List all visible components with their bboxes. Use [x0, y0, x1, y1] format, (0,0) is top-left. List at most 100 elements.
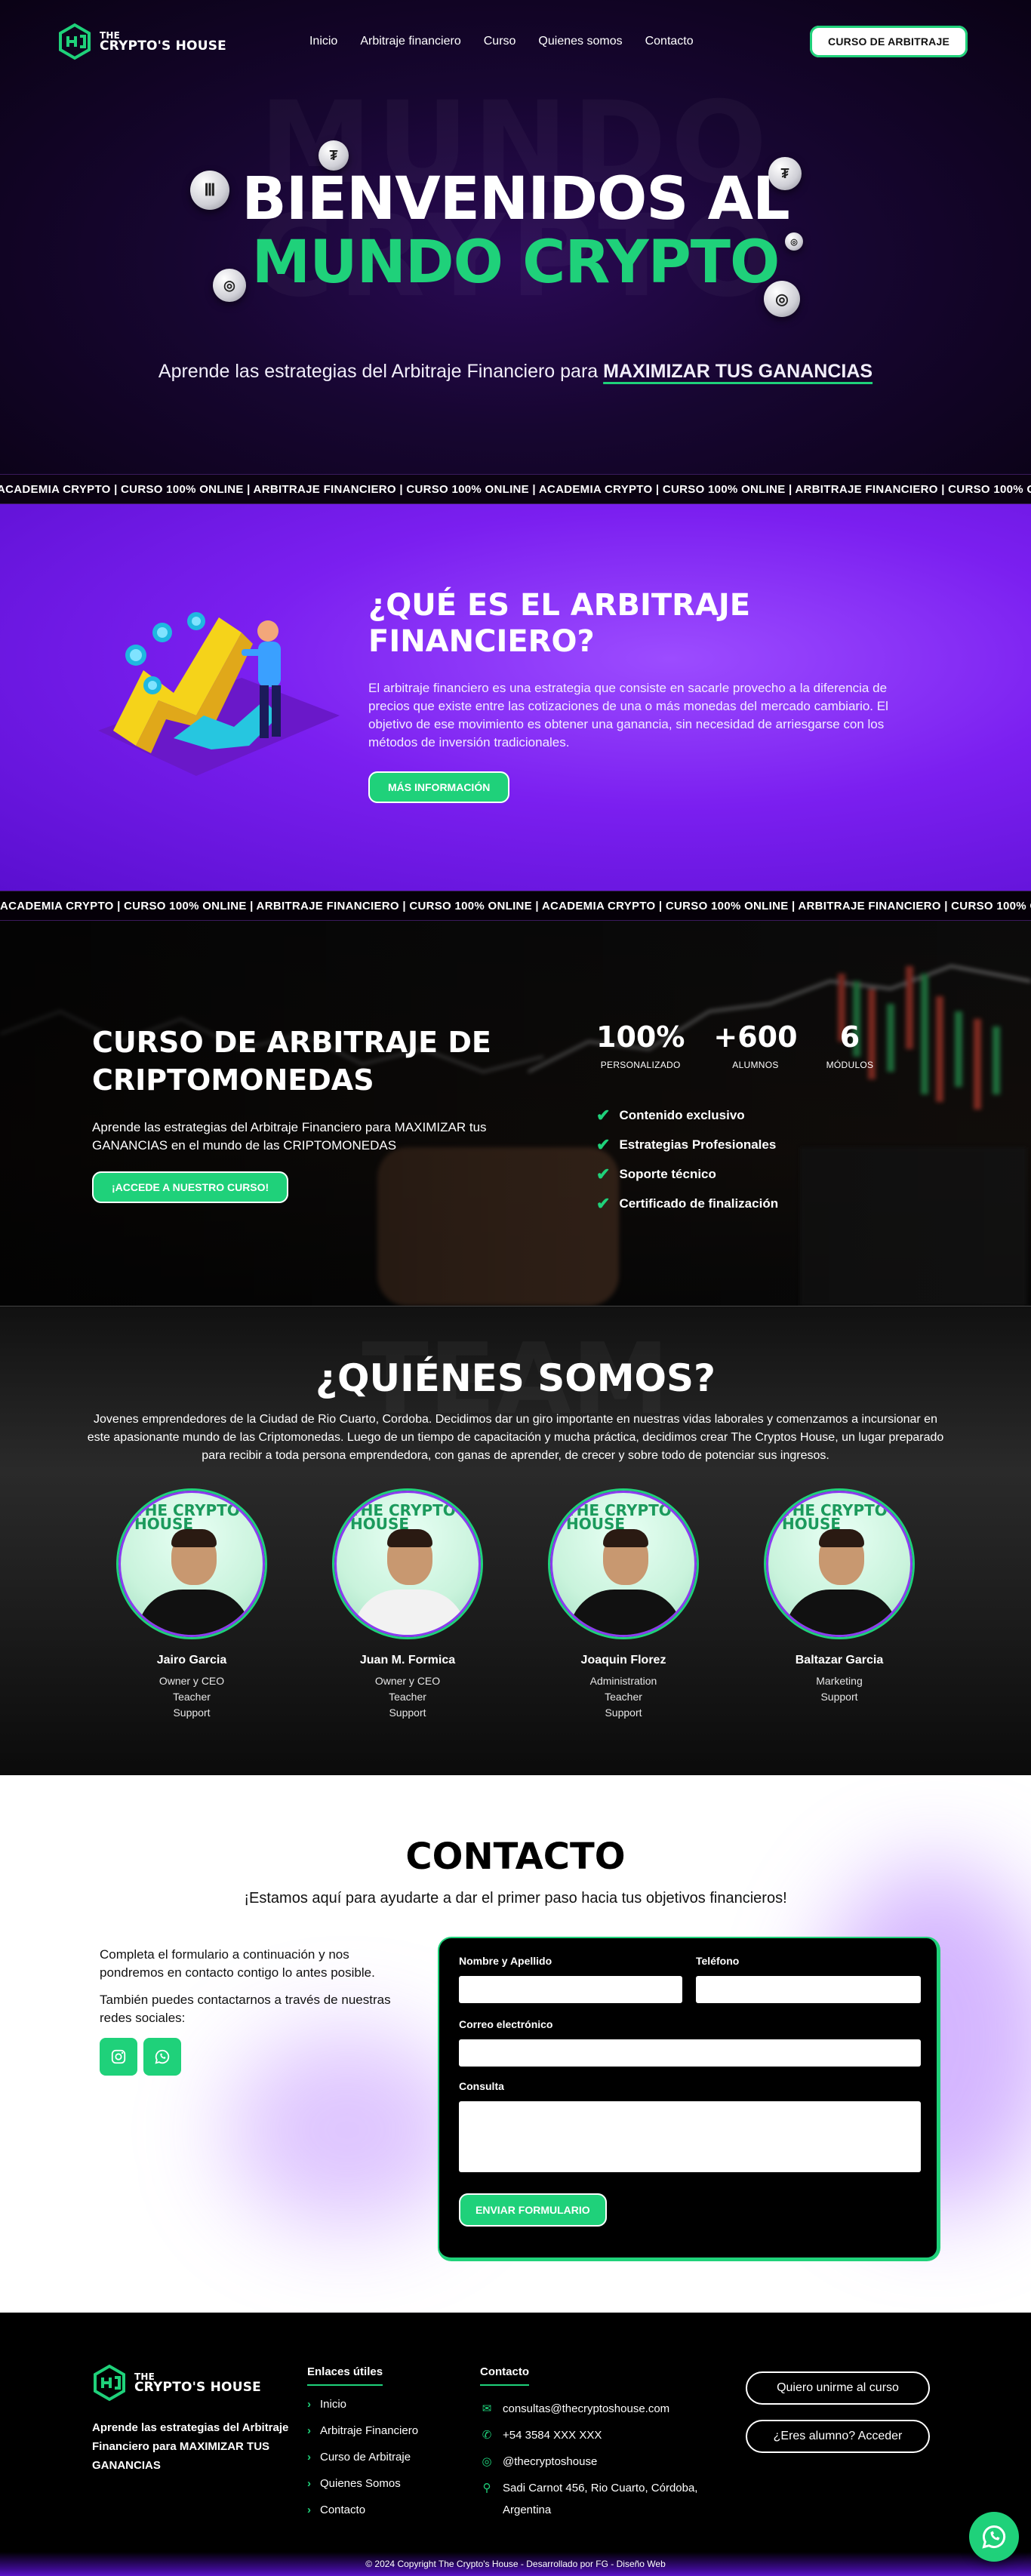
message-label: Consulta [459, 2080, 504, 2092]
footer-link[interactable]: Quienes Somos [320, 2477, 401, 2490]
footer-link-item[interactable]: › Arbitraje Financiero [307, 2424, 418, 2451]
footer-link[interactable]: Curso de Arbitraje [320, 2451, 411, 2464]
feature-label: Estrategias Profesionales [619, 1137, 777, 1152]
unirme-curso-button[interactable]: Quiero unirme al curso [746, 2371, 930, 2405]
mail-icon: ✉ [482, 2402, 492, 2415]
contacto-text-2: También puedes contactarnos a través de … [100, 1993, 391, 2025]
curso-body: Aprende las estrategias del Arbitraje Fi… [92, 1120, 487, 1153]
logo-wordmark: THE CRYPTO'S HOUSE [100, 31, 226, 53]
chevron-right-icon: › [307, 2398, 311, 2411]
whatsapp-icon [155, 2049, 170, 2064]
footer-link-item[interactable]: › Curso de Arbitraje [307, 2451, 418, 2477]
logo-icon [94, 2364, 125, 2402]
name-input[interactable] [459, 1976, 682, 2003]
logo-icon [59, 23, 91, 60]
site-logo[interactable]: THE CRYPTO'S HOUSE [57, 23, 226, 60]
avatar: THE CRYPTO'S HOUSE [550, 1491, 697, 1637]
member-name: Juan M. Formica [359, 1654, 456, 1667]
feature-item: ✔ Contenido exclusivo [596, 1100, 778, 1130]
member-roles: Administration Teacher Support [550, 1673, 697, 1721]
instagram-button[interactable] [100, 2038, 137, 2076]
member-role: Support [173, 1707, 211, 1719]
avatar-hair [819, 1529, 864, 1547]
footer-links: Enlaces útiles › Inicio › Arbitraje Financ… [307, 2365, 418, 2530]
enviar-formulario-button[interactable]: ENVIAR FORMULARIO [459, 2193, 607, 2227]
accede-curso-button[interactable]: ¡ACCEDE A NUESTRO CURSO! [92, 1171, 289, 1203]
team-member: THE CRYPTO'S HOUSE Jairo Garcia Owner y … [118, 1491, 265, 1721]
social-links [100, 2038, 417, 2076]
footer-link[interactable]: Contacto [320, 2504, 365, 2516]
avatar-watermark: THE CRYPTO'S HOUSE [350, 1501, 472, 1533]
stat-value: 6 [839, 1020, 860, 1054]
footer-phone[interactable]: ✆ +54 3584 XXX XXX [480, 2424, 737, 2446]
footer-link-item[interactable]: › Contacto [307, 2504, 418, 2530]
whatsapp-float-button[interactable] [969, 2512, 1019, 2562]
email-input[interactable] [459, 2039, 921, 2067]
instagram-icon [111, 2049, 126, 2064]
footer-email[interactable]: ✉ consultas@thecryptoshouse.com [480, 2398, 737, 2420]
message-textarea[interactable] [459, 2101, 921, 2172]
curso-title: CURSO DE ARBITRAJE DE CRIPTOMONEDAS [92, 1026, 491, 1097]
nav-link-inicio[interactable]: Inicio [309, 35, 337, 48]
nav-link-quienes[interactable]: Quienes somos [538, 35, 622, 48]
stat-modulos: 6 MÓDULOS [826, 1020, 874, 1070]
que-es-section: ¿QUÉ ES EL ARBITRAJE FINANCIERO? El arbi… [0, 504, 1031, 891]
curso-arbitraje-button[interactable]: CURSO DE ARBITRAJE [810, 26, 968, 57]
nav-link-curso[interactable]: Curso [484, 35, 516, 48]
top-navbar: THE CRYPTO'S HOUSE Inicio Arbitraje fina… [57, 21, 968, 62]
que-es-content: ¿QUÉ ES EL ARBITRAJE FINANCIERO? El arbi… [368, 587, 927, 803]
check-icon: ✔ [596, 1134, 611, 1154]
avatar: THE CRYPTO'S HOUSE [334, 1491, 481, 1637]
footer-link-item[interactable]: › Quienes Somos [307, 2477, 418, 2504]
avatar-watermark: THE CRYPTO'S HOUSE [134, 1501, 256, 1533]
hero-title: BIENVENIDOS AL MUNDO CRYPTO [0, 168, 1031, 294]
feature-item: ✔ Soporte técnico [596, 1159, 778, 1189]
hero-subtitle-text: Aprende las estrategias del Arbitraje Fi… [158, 361, 599, 382]
whatsapp-button[interactable] [143, 2038, 181, 2076]
avatar-watermark: THE CRYPTO'S HOUSE [566, 1501, 688, 1533]
avatar-body [137, 1590, 251, 1635]
quienes-intro: Jovenes emprendedores de la Ciudad de Ri… [87, 1413, 944, 1462]
contacto-section: CONTACTO ¡Estamos aquí para ayudarte a d… [0, 1775, 1031, 2313]
email-label: Correo electrónico [459, 2018, 553, 2030]
footer-link[interactable]: Inicio [320, 2398, 346, 2411]
member-role: Marketing [816, 1675, 863, 1687]
instagram-icon: ◎ [482, 2455, 492, 2468]
nav-link-contacto[interactable]: Contacto [645, 35, 694, 48]
footer-instagram[interactable]: ◎ @thecryptoshouse [480, 2451, 737, 2473]
mas-informacion-button[interactable]: MÁS INFORMACIÓN [368, 771, 510, 803]
chevron-right-icon: › [307, 2504, 311, 2516]
member-role: Owner y CEO [374, 1675, 441, 1687]
hero-section: THE CRYPTO'S HOUSE Inicio Arbitraje fina… [0, 0, 1031, 474]
stat-value: +600 [713, 1020, 798, 1054]
feature-label: Contenido exclusivo [619, 1107, 745, 1122]
whatsapp-icon: ✆ [482, 2429, 492, 2442]
member-roles: Owner y CEO Teacher Support [334, 1673, 481, 1721]
acceder-alumno-button[interactable]: ¿Eres alumno? Acceder [746, 2420, 930, 2453]
member-name: Joaquin Florez [580, 1654, 666, 1667]
avatar-body [353, 1590, 466, 1635]
stat-alumnos: +600 ALUMNOS [713, 1020, 797, 1070]
footer-link[interactable]: Arbitraje Financiero [320, 2424, 418, 2437]
check-icon: ✔ [596, 1105, 611, 1125]
footer-contact: Contacto ✉ consultas@thecryptoshouse.com … [480, 2365, 737, 2525]
curso-section: CURSO DE ARBITRAJE DE CRIPTOMONEDAS Apre… [0, 921, 1031, 1306]
member-role: Support [389, 1707, 426, 1719]
footer-logo[interactable]: THE CRYPTO'S HOUSE [92, 2364, 261, 2402]
avatar-hair [387, 1529, 432, 1547]
logo-line2: CRYPTO'S HOUSE [134, 2379, 261, 2395]
member-role: Teacher [389, 1691, 426, 1703]
stat-value: 100% [596, 1020, 685, 1054]
footer-link-item[interactable]: › Inicio [307, 2398, 418, 2424]
feature-label: Soporte técnico [619, 1166, 716, 1181]
phone-text[interactable]: +54 3584 XXX XXX [503, 2424, 602, 2446]
nav-link-arbitraje[interactable]: Arbitraje financiero [360, 35, 460, 48]
instagram-text[interactable]: @thecryptoshouse [503, 2451, 597, 2473]
avatar-body [569, 1590, 682, 1635]
footer-address: ⚲ Sadi Carnot 456, Rio Cuarto, Córdoba, A… [480, 2477, 737, 2521]
main-menu: Inicio Arbitraje financiero Curso Quiene… [309, 35, 694, 48]
email-text[interactable]: consultas@thecryptoshouse.com [503, 2398, 669, 2420]
phone-input[interactable] [696, 1976, 921, 2003]
footer-contact-title: Contacto [480, 2365, 529, 2386]
avatar: THE CRYPTO'S HOUSE [766, 1491, 913, 1637]
